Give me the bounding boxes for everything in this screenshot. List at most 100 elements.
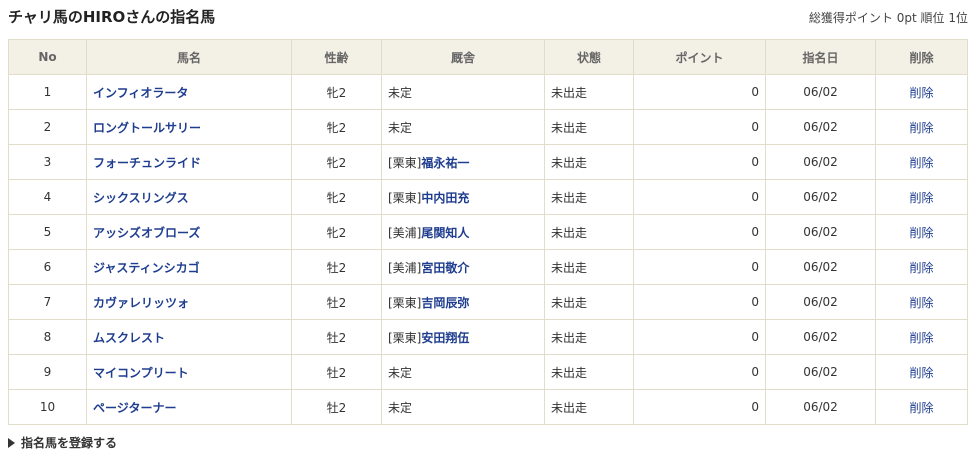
horse-name-link[interactable]: フォーチュンライド xyxy=(93,156,201,170)
delete-link[interactable]: 削除 xyxy=(909,156,933,170)
horse-name-cell: シックスリングス xyxy=(86,179,292,215)
stable-cell: [栗東]福永祐一 xyxy=(381,144,545,180)
rank-label: 順位 xyxy=(920,11,945,25)
date-cell: 06/02 xyxy=(765,319,876,355)
register-horse-link[interactable]: 指名馬を登録する xyxy=(8,434,117,451)
table-header-row: No 馬名 性齢 厩舎 状態 ポイント 指名日 削除 xyxy=(8,39,968,75)
status-cell: 未出走 xyxy=(544,109,634,145)
table-row: 10 ページターナー 牡2 未定 未出走 0 06/02 削除 xyxy=(8,389,968,425)
status-cell: 未出走 xyxy=(544,389,634,425)
trainer-link[interactable]: 吉岡辰弥 xyxy=(421,296,469,310)
points-cell: 0 xyxy=(633,179,766,215)
status-cell: 未出走 xyxy=(544,249,634,285)
points-cell: 0 xyxy=(633,319,766,355)
stable-cell: [美浦]尾関知人 xyxy=(381,214,545,250)
status-cell: 未出走 xyxy=(544,319,634,355)
total-points-value: 0pt xyxy=(896,11,917,25)
horse-name-link[interactable]: アッシズオブローズ xyxy=(93,226,200,240)
stable-cell: 未定 xyxy=(381,109,545,145)
trainer-link[interactable]: 中内田充 xyxy=(421,191,469,205)
horse-name-link[interactable]: ページターナー xyxy=(93,401,177,415)
horse-name-link[interactable]: シックスリングス xyxy=(93,191,189,205)
horse-name-cell: カヴァレリッツォ xyxy=(86,284,292,320)
row-no: 5 xyxy=(8,214,87,250)
horse-name-cell: ページターナー xyxy=(86,389,292,425)
trainer-link[interactable]: 福永祐一 xyxy=(421,156,469,170)
stable-plain: 未定 xyxy=(388,85,413,100)
date-cell: 06/02 xyxy=(765,144,876,180)
horse-name-link[interactable]: インフィオラータ xyxy=(93,86,188,100)
row-no: 8 xyxy=(8,319,87,355)
horse-name-cell: アッシズオブローズ xyxy=(86,214,292,250)
row-no: 9 xyxy=(8,354,87,390)
column-header-points: ポイント xyxy=(633,39,766,75)
stable-plain: 未定 xyxy=(388,365,413,380)
points-cell: 0 xyxy=(633,144,766,180)
horse-name-cell: ジャスティンシカゴ xyxy=(86,249,292,285)
horse-name-link[interactable]: マイコンプリート xyxy=(93,366,189,380)
table-row: 6 ジャスティンシカゴ 牡2 [美浦]宮田敬介 未出走 0 06/02 削除 xyxy=(8,249,968,285)
status-cell: 未出走 xyxy=(544,214,634,250)
sexage-cell: 牝2 xyxy=(291,214,382,250)
sexage-cell: 牝2 xyxy=(291,144,382,180)
date-cell: 06/02 xyxy=(765,249,876,285)
delete-cell: 削除 xyxy=(875,389,968,425)
horse-name-link[interactable]: ジャスティンシカゴ xyxy=(93,261,200,275)
delete-link[interactable]: 削除 xyxy=(909,296,933,310)
stable-cell: [栗東]安田翔伍 xyxy=(381,319,545,355)
sexage-cell: 牡2 xyxy=(291,389,382,425)
horse-name-link[interactable]: ロングトールサリー xyxy=(93,121,201,135)
horse-name-link[interactable]: カヴァレリッツォ xyxy=(93,296,189,310)
delete-link[interactable]: 削除 xyxy=(909,366,933,380)
horse-name-cell: インフィオラータ xyxy=(86,74,292,110)
points-cell: 0 xyxy=(633,74,766,110)
delete-link[interactable]: 削除 xyxy=(909,86,933,100)
stable-cell: [美浦]宮田敬介 xyxy=(381,249,545,285)
stable-cell: 未定 xyxy=(381,74,545,110)
date-cell: 06/02 xyxy=(765,74,876,110)
register-horse-label: 指名馬を登録する xyxy=(21,436,118,450)
delete-link[interactable]: 削除 xyxy=(909,331,933,345)
table-row: 8 ムスクレスト 牡2 [栗東]安田翔伍 未出走 0 06/02 削除 xyxy=(8,319,968,355)
points-cell: 0 xyxy=(633,354,766,390)
sexage-cell: 牡2 xyxy=(291,249,382,285)
trainer-link[interactable]: 尾関知人 xyxy=(421,226,469,240)
rank-value: 1位 xyxy=(948,11,968,25)
horse-name-cell: ムスクレスト xyxy=(86,319,292,355)
table-row: 2 ロングトールサリー 牝2 未定 未出走 0 06/02 削除 xyxy=(8,109,968,145)
stable-plain: 未定 xyxy=(388,120,413,135)
date-cell: 06/02 xyxy=(765,354,876,390)
status-cell: 未出走 xyxy=(544,354,634,390)
points-cell: 0 xyxy=(633,249,766,285)
stable-region: [栗東] xyxy=(388,330,422,345)
total-points-label: 総獲得ポイント xyxy=(808,11,893,25)
row-no: 3 xyxy=(8,144,87,180)
delete-cell: 削除 xyxy=(875,249,968,285)
delete-cell: 削除 xyxy=(875,284,968,320)
delete-cell: 削除 xyxy=(875,214,968,250)
table-row: 9 マイコンプリート 牡2 未定 未出走 0 06/02 削除 xyxy=(8,354,968,390)
delete-cell: 削除 xyxy=(875,144,968,180)
row-no: 10 xyxy=(8,389,87,425)
sexage-cell: 牝2 xyxy=(291,179,382,215)
column-header-sexage: 性齢 xyxy=(291,39,382,75)
horse-name-link[interactable]: ムスクレスト xyxy=(93,331,165,345)
delete-link[interactable]: 削除 xyxy=(909,191,933,205)
row-no: 1 xyxy=(8,74,87,110)
delete-link[interactable]: 削除 xyxy=(909,261,933,275)
delete-link[interactable]: 削除 xyxy=(909,121,933,135)
row-no: 4 xyxy=(8,179,87,215)
delete-link[interactable]: 削除 xyxy=(909,401,933,415)
horse-name-cell: フォーチュンライド xyxy=(86,144,292,180)
status-cell: 未出走 xyxy=(544,74,634,110)
stable-region: [栗東] xyxy=(388,155,422,170)
sexage-cell: 牡2 xyxy=(291,284,382,320)
row-no: 6 xyxy=(8,249,87,285)
stable-cell: [栗東]中内田充 xyxy=(381,179,545,215)
stable-region: [栗東] xyxy=(388,190,422,205)
trainer-link[interactable]: 宮田敬介 xyxy=(421,261,469,275)
delete-cell: 削除 xyxy=(875,354,968,390)
trainer-link[interactable]: 安田翔伍 xyxy=(421,331,469,345)
delete-link[interactable]: 削除 xyxy=(909,226,933,240)
points-cell: 0 xyxy=(633,284,766,320)
